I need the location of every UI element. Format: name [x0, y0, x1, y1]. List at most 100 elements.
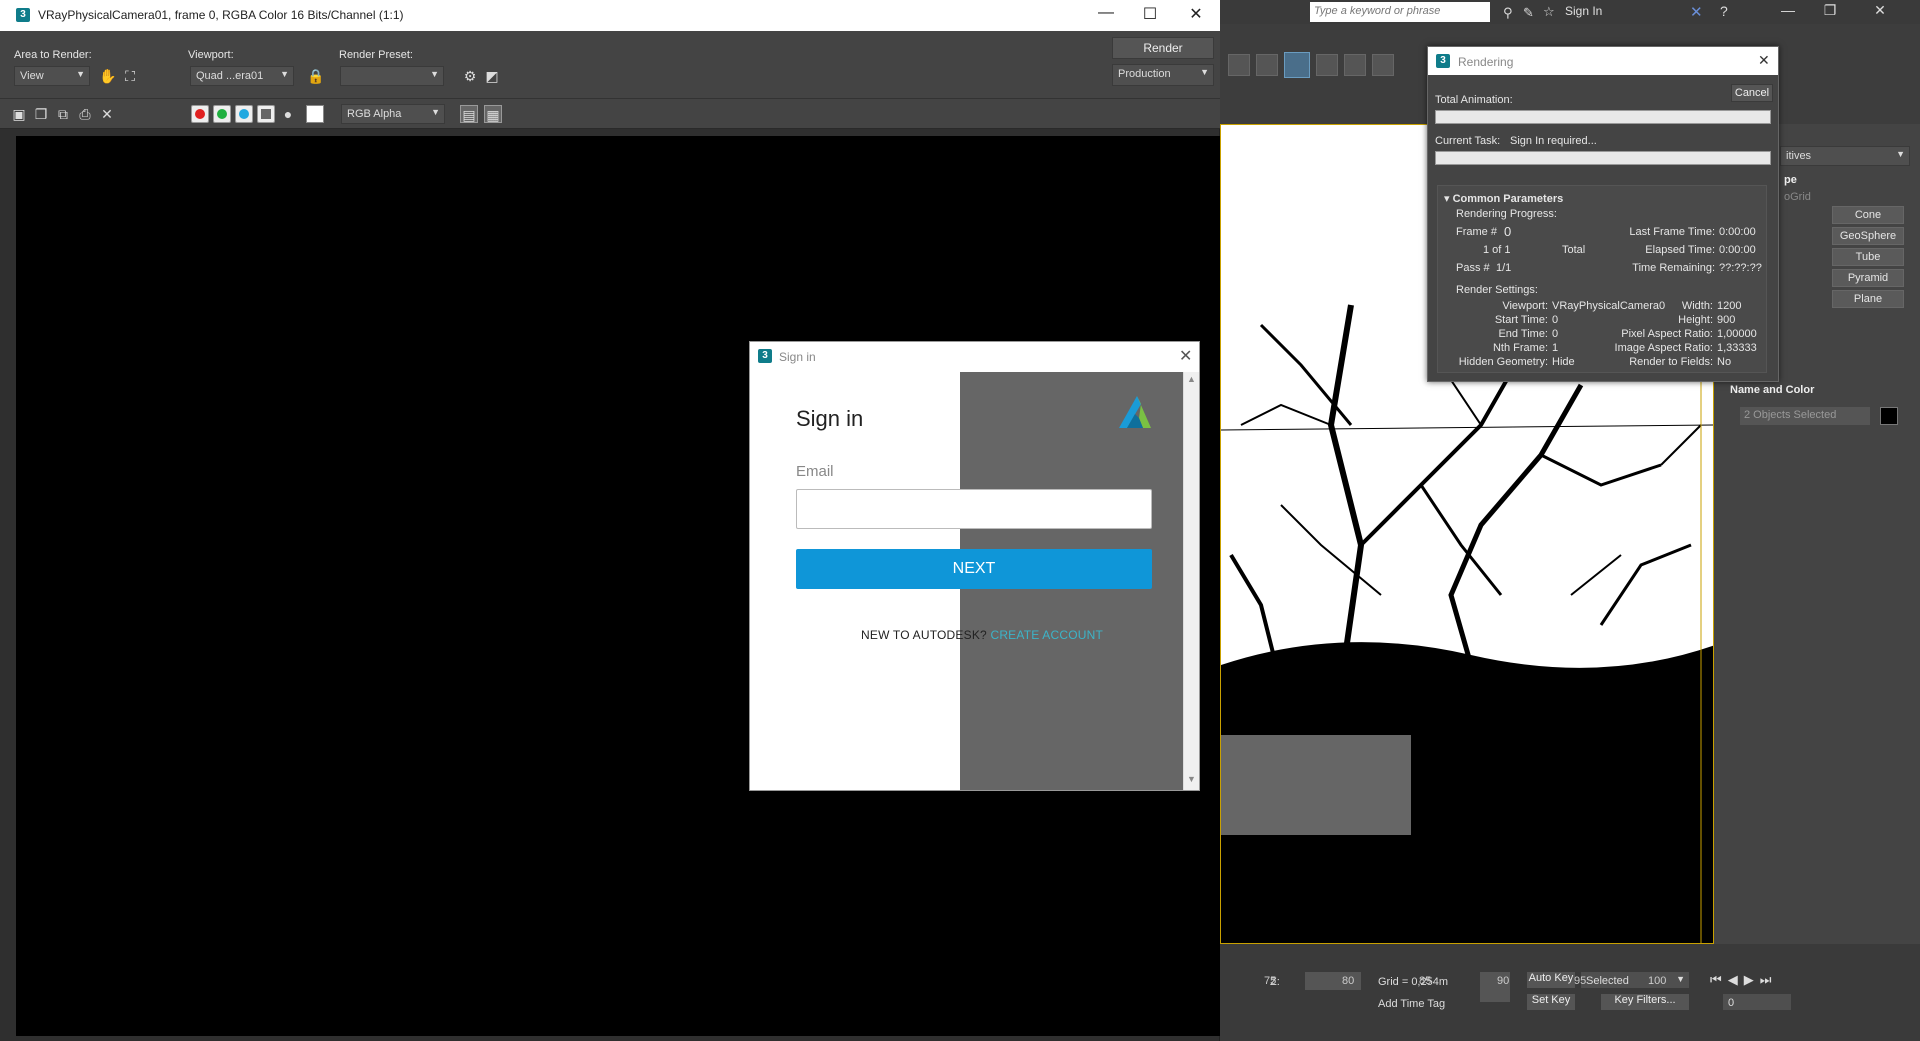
- blue-channel-toggle[interactable]: [235, 105, 253, 123]
- lock-icon[interactable]: 🔒: [307, 67, 325, 85]
- star-icon[interactable]: ☆: [1543, 4, 1555, 20]
- object-name-field[interactable]: 2 Objects Selected: [1740, 407, 1870, 425]
- end-time-label: End Time:: [1498, 328, 1548, 340]
- maximize-icon[interactable]: ☐: [1130, 4, 1170, 26]
- viewport-dropdown[interactable]: Quad ...era01 ▼: [190, 66, 294, 86]
- total-label: Total: [1562, 244, 1586, 256]
- total-animation-label: Total Animation:: [1435, 94, 1513, 106]
- minimize-icon[interactable]: —: [1768, 2, 1808, 22]
- render-button[interactable]: Render: [1112, 37, 1214, 59]
- email-label: Email: [796, 463, 834, 480]
- area-to-render-dropdown[interactable]: View ▼: [14, 66, 90, 86]
- save-icon[interactable]: ▣: [10, 105, 28, 123]
- geosphere-button[interactable]: GeoSphere: [1832, 227, 1904, 245]
- render-preset-dropdown[interactable]: ▼: [340, 66, 444, 86]
- vfb-toggle-icon[interactable]: ▤: [460, 105, 478, 123]
- common-parameters-header[interactable]: ▾ Common Parameters: [1444, 192, 1563, 205]
- width-value: 1200: [1717, 300, 1742, 312]
- grid-size-label: Grid = 0,254m: [1378, 976, 1449, 988]
- monochrome-icon[interactable]: ●: [279, 105, 297, 123]
- dialog-title: Sign in: [779, 350, 816, 364]
- height-value: 900: [1717, 314, 1736, 326]
- start-time-label: Start Time:: [1494, 314, 1548, 326]
- binoculars-icon[interactable]: ⚲: [1503, 5, 1513, 21]
- last-frame-time-value: 0:00:00: [1719, 226, 1756, 238]
- sign-in-link[interactable]: Sign In: [1565, 4, 1602, 18]
- cone-button[interactable]: Cone: [1832, 206, 1904, 224]
- render-iterative-icon[interactable]: [1344, 54, 1366, 76]
- ruler-tick: 80: [1342, 975, 1355, 987]
- name-and-color-rollout[interactable]: Name and Color: [1730, 384, 1814, 396]
- create-account-link[interactable]: CREATE ACCOUNT: [990, 628, 1103, 642]
- hidden-geometry-label: Hidden Geometry:: [1458, 356, 1548, 368]
- pyramid-button[interactable]: Pyramid: [1832, 269, 1904, 287]
- pass-label: Pass #: [1456, 262, 1490, 274]
- cancel-button[interactable]: Cancel: [1731, 84, 1773, 102]
- current-frame-field[interactable]: 0: [1722, 993, 1792, 1011]
- clone-icon[interactable]: ⧉: [54, 105, 72, 123]
- minimize-icon[interactable]: —: [1086, 4, 1126, 26]
- close-icon[interactable]: ✕: [1176, 4, 1216, 26]
- time-remaining-value: ??:??:??: [1719, 262, 1762, 274]
- object-type-dropdown[interactable]: itives ▼: [1780, 146, 1910, 166]
- add-time-tag[interactable]: Add Time Tag: [1378, 998, 1445, 1010]
- ruler-tick: 75: [1264, 975, 1277, 987]
- render-production-icon[interactable]: [1284, 52, 1310, 78]
- vfb-history-icon[interactable]: ▦: [484, 105, 502, 123]
- close-icon[interactable]: ✕: [1179, 346, 1192, 366]
- help-icon[interactable]: ?: [1720, 3, 1728, 19]
- tube-button[interactable]: Tube: [1832, 248, 1904, 266]
- render-frame-icon[interactable]: [1256, 54, 1278, 76]
- app-logo-icon: 3: [16, 8, 30, 22]
- display-channel-dropdown[interactable]: RGB Alpha ▼: [341, 104, 445, 124]
- red-channel-toggle[interactable]: [191, 105, 209, 123]
- playback-controls-icon[interactable]: ⏮◀▶⏭: [1710, 972, 1777, 988]
- copy-icon[interactable]: ❐: [32, 105, 50, 123]
- time-remaining-label: Time Remaining:: [1632, 262, 1715, 274]
- environment-icon[interactable]: ◩: [483, 67, 501, 85]
- autodesk-logo-icon: [1119, 396, 1151, 428]
- viewport-label: Viewport:: [1502, 300, 1548, 312]
- elapsed-time-label: Elapsed Time:: [1645, 244, 1715, 256]
- auto-region-icon[interactable]: ⛶: [121, 67, 139, 85]
- close-icon[interactable]: ✕: [1758, 52, 1770, 69]
- clear-icon[interactable]: ✕: [98, 105, 116, 123]
- swatch-color[interactable]: [306, 105, 324, 123]
- layout-icon[interactable]: [1372, 54, 1394, 76]
- frame-label: Frame #: [1456, 226, 1497, 238]
- render-setup-icon[interactable]: [1228, 54, 1250, 76]
- sign-in-heading: Sign in: [796, 406, 864, 431]
- auto-key-button[interactable]: Auto Key: [1526, 971, 1576, 989]
- restore-icon[interactable]: ❐: [1810, 2, 1850, 22]
- rendering-title-bar: 3 Rendering ✕: [1428, 47, 1778, 75]
- render-setup-icon[interactable]: ⚙: [461, 67, 479, 85]
- ruler-tick: 90: [1497, 975, 1510, 987]
- timeline-status-bar: Z: Grid = 0,254m Add Time Tag Auto Key S…: [1220, 944, 1920, 1041]
- search-input[interactable]: Type a keyword or phrase: [1310, 2, 1490, 22]
- image-aspect-value: 1,33333: [1717, 342, 1757, 354]
- close-icon[interactable]: ✕: [1860, 2, 1900, 22]
- key-filters-button[interactable]: Key Filters...: [1600, 993, 1690, 1011]
- next-button[interactable]: NEXT: [796, 549, 1152, 589]
- object-color-swatch[interactable]: [1880, 407, 1898, 425]
- email-field[interactable]: [796, 489, 1152, 529]
- print-icon[interactable]: ⎙: [76, 105, 94, 123]
- frame-buffer-title-bar: 3 VRayPhysicalCamera01, frame 0, RGBA Co…: [0, 0, 1220, 31]
- exchange-icon[interactable]: ✕: [1690, 3, 1703, 21]
- start-time-value: 0: [1552, 314, 1559, 326]
- plane-button[interactable]: Plane: [1832, 290, 1904, 308]
- sign-in-scrollbar[interactable]: ▲ ▼: [1183, 372, 1199, 790]
- production-dropdown[interactable]: Production ▼: [1112, 64, 1214, 86]
- tools-icon[interactable]: ✎: [1523, 5, 1534, 21]
- alpha-channel-toggle[interactable]: [257, 105, 275, 123]
- nth-frame-value: 1: [1552, 342, 1559, 354]
- scroll-up-icon[interactable]: ▲: [1187, 374, 1196, 384]
- autogrid-label: oGrid: [1784, 191, 1811, 203]
- edit-region-icon[interactable]: ✋: [99, 67, 117, 85]
- key-selection-dropdown[interactable]: Selected ▼: [1580, 971, 1690, 989]
- render-teapot-icon[interactable]: [1316, 54, 1338, 76]
- set-key-button[interactable]: Set Key: [1526, 993, 1576, 1011]
- last-frame-time-label: Last Frame Time:: [1629, 226, 1715, 238]
- scroll-down-icon[interactable]: ▼: [1187, 774, 1196, 784]
- green-channel-toggle[interactable]: [213, 105, 231, 123]
